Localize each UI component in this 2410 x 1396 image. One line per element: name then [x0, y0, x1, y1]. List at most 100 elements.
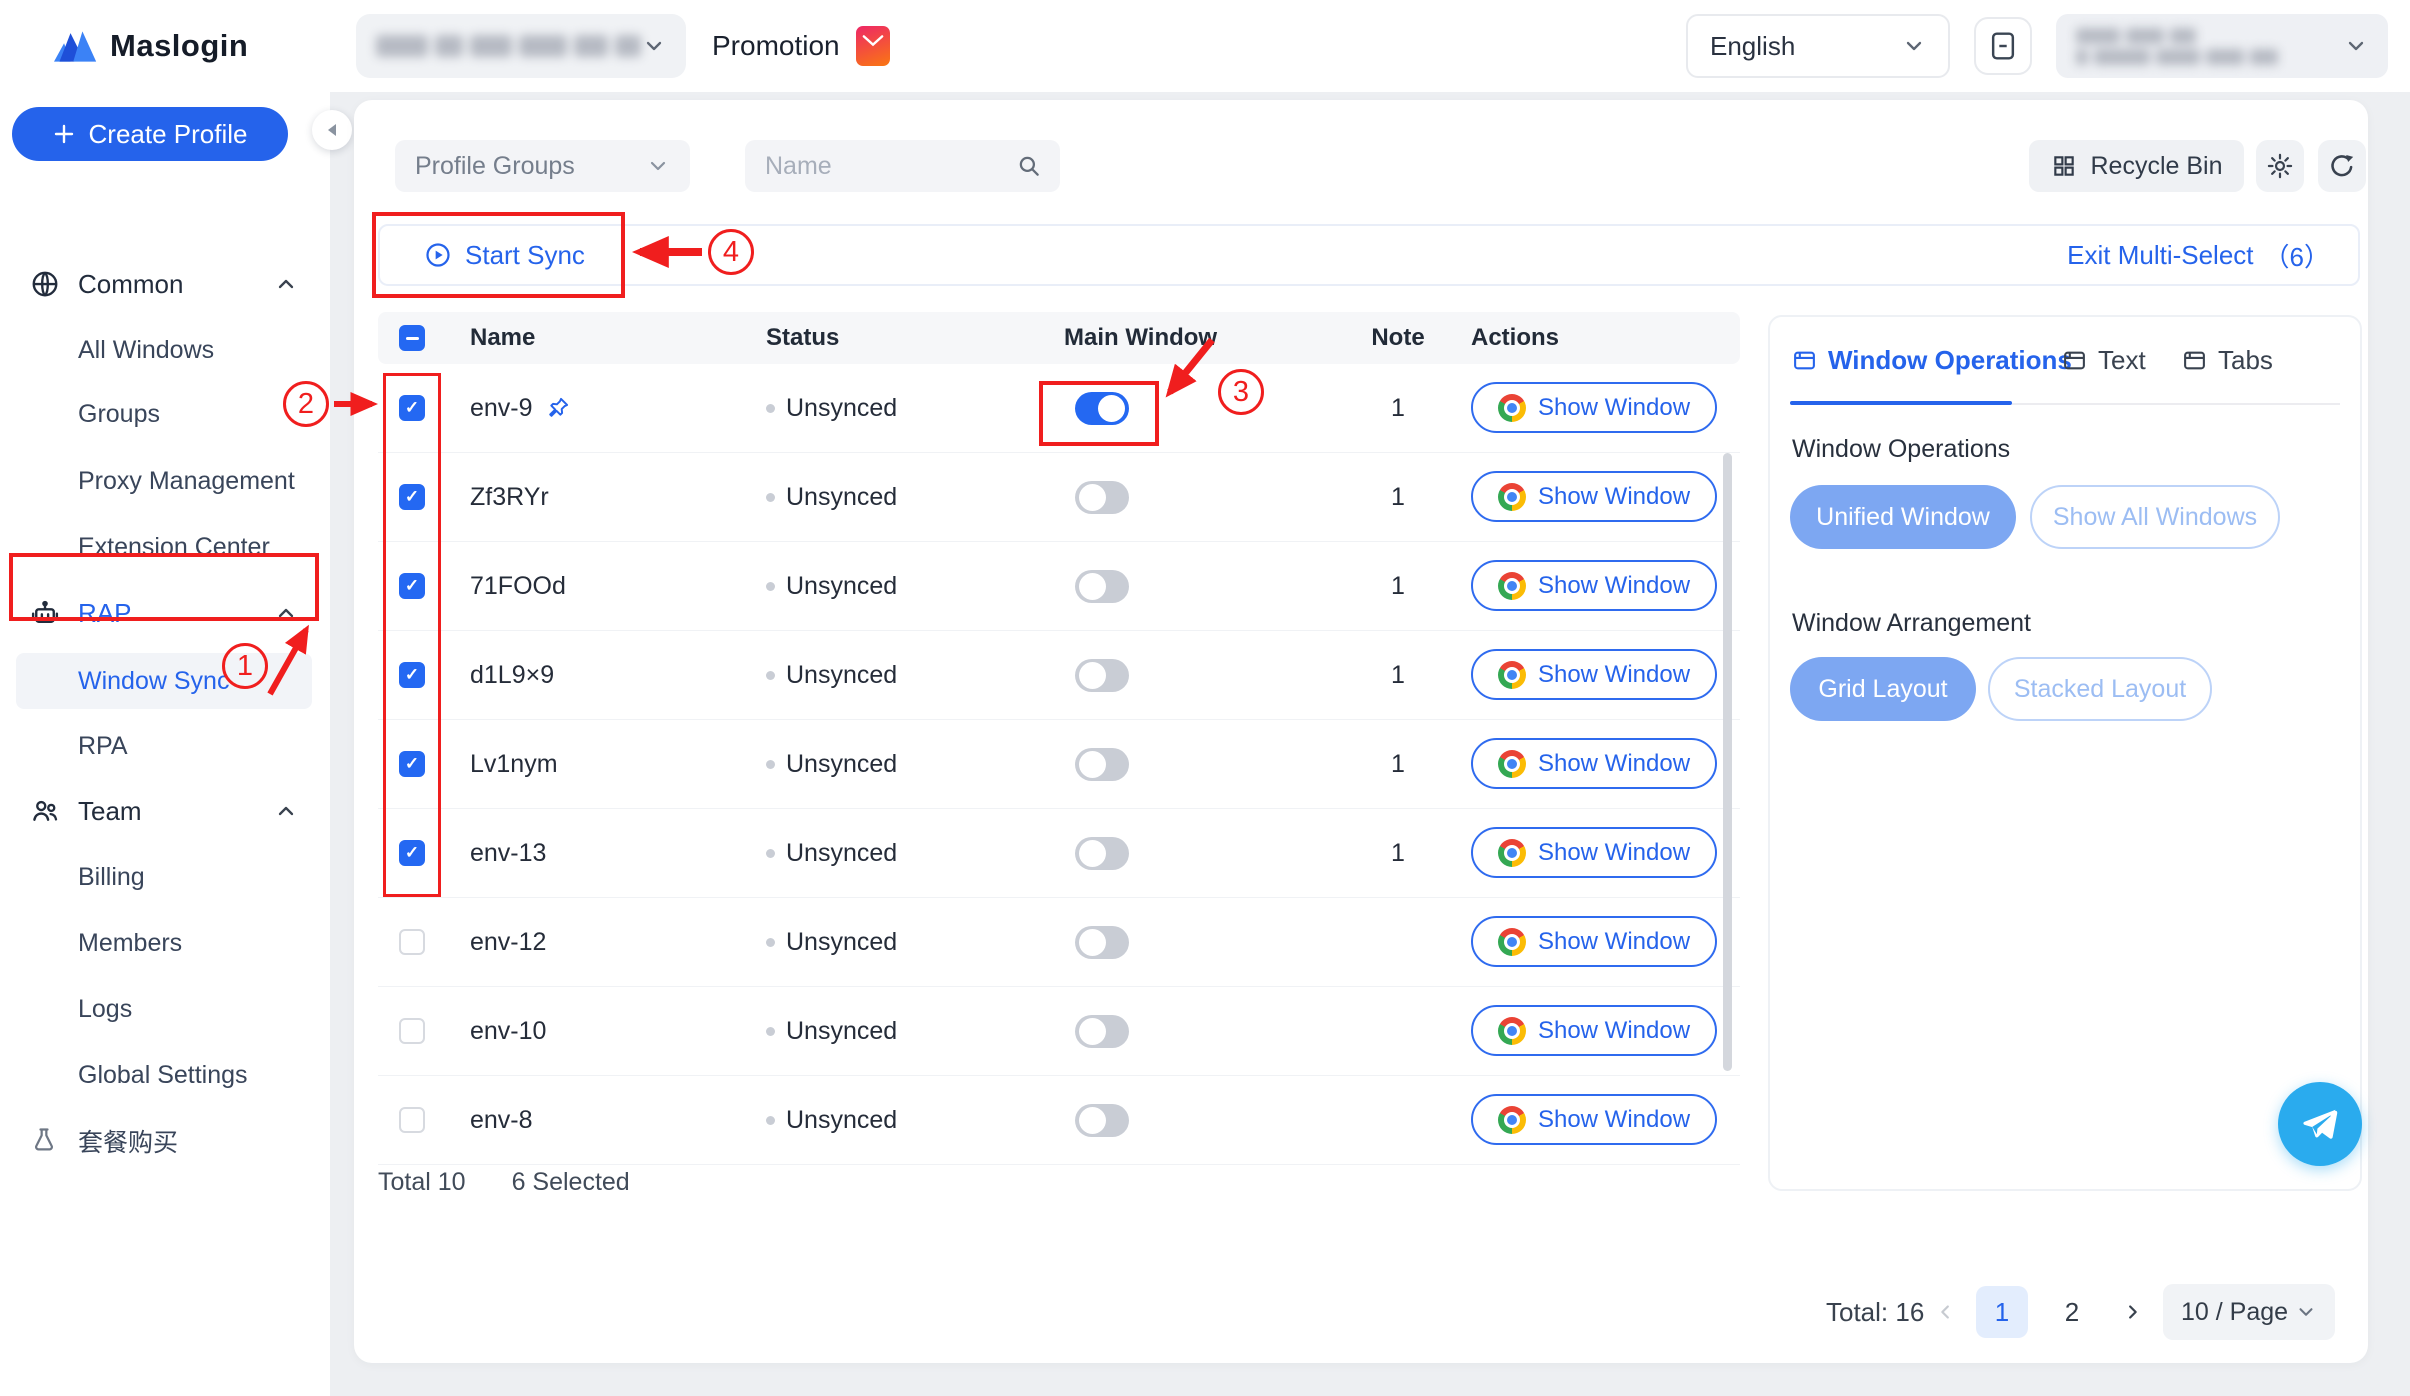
show-window-button[interactable]: Show Window: [1471, 1005, 1717, 1056]
docs-button[interactable]: [1974, 17, 2032, 75]
show-window-button[interactable]: Show Window: [1471, 738, 1717, 789]
pagination-prev-button[interactable]: [1920, 1286, 1972, 1338]
sidebar-item-extension-center[interactable]: Extension Center: [0, 521, 330, 573]
sidebar-item-global-settings[interactable]: Global Settings: [0, 1049, 330, 1101]
main-window-toggle[interactable]: [1075, 570, 1129, 603]
main-window-toggle[interactable]: [1075, 481, 1129, 514]
sidebar-item-billing[interactable]: Billing: [0, 851, 330, 903]
account-menu[interactable]: [2056, 14, 2388, 78]
status-text: Unsynced: [786, 661, 897, 690]
language-selector[interactable]: English: [1686, 14, 1950, 78]
table-row: Zf3RYr Unsynced 1 Show Window: [378, 453, 1740, 542]
row-checkbox[interactable]: [399, 662, 425, 688]
item-label: Groups: [78, 400, 160, 429]
exit-multi-select-link[interactable]: Exit Multi-Select （6）: [2067, 226, 2330, 284]
show-window-button[interactable]: Show Window: [1471, 1094, 1717, 1145]
sidebar-item-members[interactable]: Members: [0, 917, 330, 969]
create-profile-button[interactable]: Create Profile: [12, 107, 288, 161]
show-window-button[interactable]: Show Window: [1471, 827, 1717, 878]
red-packet-icon: [856, 26, 890, 66]
row-checkbox[interactable]: [399, 1107, 425, 1133]
tab-window-operations[interactable]: Window Operations: [1792, 345, 2072, 376]
chrome-icon: [1498, 928, 1526, 956]
sidebar-section-team[interactable]: Team: [0, 785, 330, 837]
settings-button[interactable]: [2256, 140, 2304, 192]
start-sync-button[interactable]: Start Sync: [424, 226, 585, 284]
sidebar-section-rap[interactable]: RAP: [0, 587, 330, 639]
profile-name: Zf3RYr: [470, 483, 549, 512]
main-window-toggle[interactable]: [1075, 1015, 1129, 1048]
grid-layout-button[interactable]: Grid Layout: [1790, 657, 1976, 721]
window-icon: [1792, 348, 1817, 373]
sidebar-section-common[interactable]: Common: [0, 258, 330, 310]
telegram-button[interactable]: [2278, 1082, 2362, 1166]
pagination-next-button[interactable]: [2106, 1286, 2158, 1338]
row-checkbox[interactable]: [399, 1018, 425, 1044]
promotion-link[interactable]: Promotion: [712, 0, 890, 92]
table-scrollbar[interactable]: [1723, 453, 1732, 1071]
tab-text[interactable]: Text: [2062, 345, 2146, 376]
row-checkbox[interactable]: [399, 573, 425, 599]
show-window-button[interactable]: Show Window: [1471, 382, 1717, 433]
note-value: 1: [1368, 364, 1428, 452]
row-checkbox[interactable]: [399, 484, 425, 510]
row-checkbox[interactable]: [399, 929, 425, 955]
main-window-toggle[interactable]: [1075, 659, 1129, 692]
row-checkbox[interactable]: [399, 751, 425, 777]
sidebar-item-groups[interactable]: Groups: [0, 388, 330, 440]
stacked-layout-button[interactable]: Stacked Layout: [1988, 657, 2212, 721]
main-window-toggle[interactable]: [1075, 748, 1129, 781]
recycle-bin-button[interactable]: Recycle Bin: [2029, 140, 2244, 192]
show-window-button[interactable]: Show Window: [1471, 649, 1717, 700]
app-root: Maslogin Promotion English: [0, 0, 2410, 1396]
chevron-down-icon: [646, 154, 670, 178]
pin-icon[interactable]: [545, 395, 571, 421]
page-size-select[interactable]: 10 / Page: [2163, 1284, 2335, 1340]
sidebar-item-package-purchase[interactable]: 套餐购买: [0, 1115, 330, 1167]
refresh-button[interactable]: [2318, 140, 2366, 192]
row-checkbox[interactable]: [399, 840, 425, 866]
show-all-windows-button[interactable]: Show All Windows: [2030, 485, 2280, 549]
profile-name: env-8: [470, 1106, 533, 1135]
total-count: Total 10: [378, 1168, 466, 1197]
show-window-button[interactable]: Show Window: [1471, 916, 1717, 967]
pagination-page-2[interactable]: 2: [2046, 1286, 2098, 1338]
sidebar-item-all-windows[interactable]: All Windows: [0, 324, 330, 376]
sidebar-item-logs[interactable]: Logs: [0, 983, 330, 1035]
table-row: d1L9×9 Unsynced 1 Show Window: [378, 631, 1740, 720]
sidebar-item-rpa[interactable]: RPA: [0, 720, 330, 772]
chevron-up-icon: [274, 799, 298, 823]
recycle-bin-label: Recycle Bin: [2091, 152, 2223, 181]
window-icon: [2062, 348, 2087, 373]
profile-name: Lv1nym: [470, 750, 558, 779]
row-checkbox[interactable]: [399, 395, 425, 421]
search-icon[interactable]: [1016, 153, 1042, 179]
column-header-actions: Actions: [1471, 312, 1559, 364]
show-window-button[interactable]: Show Window: [1471, 560, 1717, 611]
selected-count: （6）: [2264, 237, 2330, 274]
main-window-toggle[interactable]: [1075, 837, 1129, 870]
main-window-toggle[interactable]: [1075, 926, 1129, 959]
name-search-input[interactable]: [763, 151, 1016, 182]
unified-window-button[interactable]: Unified Window: [1790, 485, 2016, 549]
main-window-toggle[interactable]: [1075, 1104, 1129, 1137]
sidebar-item-proxy-management[interactable]: Proxy Management: [0, 455, 330, 507]
chrome-icon: [1498, 839, 1526, 867]
note-value: 1: [1368, 542, 1428, 630]
select-all-checkbox[interactable]: [399, 325, 425, 351]
chrome-icon: [1498, 661, 1526, 689]
tab-label: Tabs: [2218, 345, 2273, 376]
table-row: env-8 Unsynced Show Window: [378, 1076, 1740, 1165]
tab-tabs[interactable]: Tabs: [2182, 345, 2273, 376]
pagination-page-1[interactable]: 1: [1976, 1286, 2028, 1338]
main-window-toggle[interactable]: [1075, 392, 1129, 425]
column-header-name: Name: [470, 312, 535, 364]
page-size-value: 10 / Page: [2181, 1298, 2288, 1327]
sync-toolbar: Start Sync Exit Multi-Select （6）: [378, 224, 2360, 286]
profile-groups-select[interactable]: Profile Groups: [395, 140, 690, 192]
workspace-selector[interactable]: [356, 14, 686, 78]
sidebar-item-window-sync[interactable]: Window Sync: [16, 653, 312, 709]
sidebar-collapse-handle[interactable]: [312, 110, 352, 150]
profile-name: env-10: [470, 1017, 546, 1046]
show-window-button[interactable]: Show Window: [1471, 471, 1717, 522]
